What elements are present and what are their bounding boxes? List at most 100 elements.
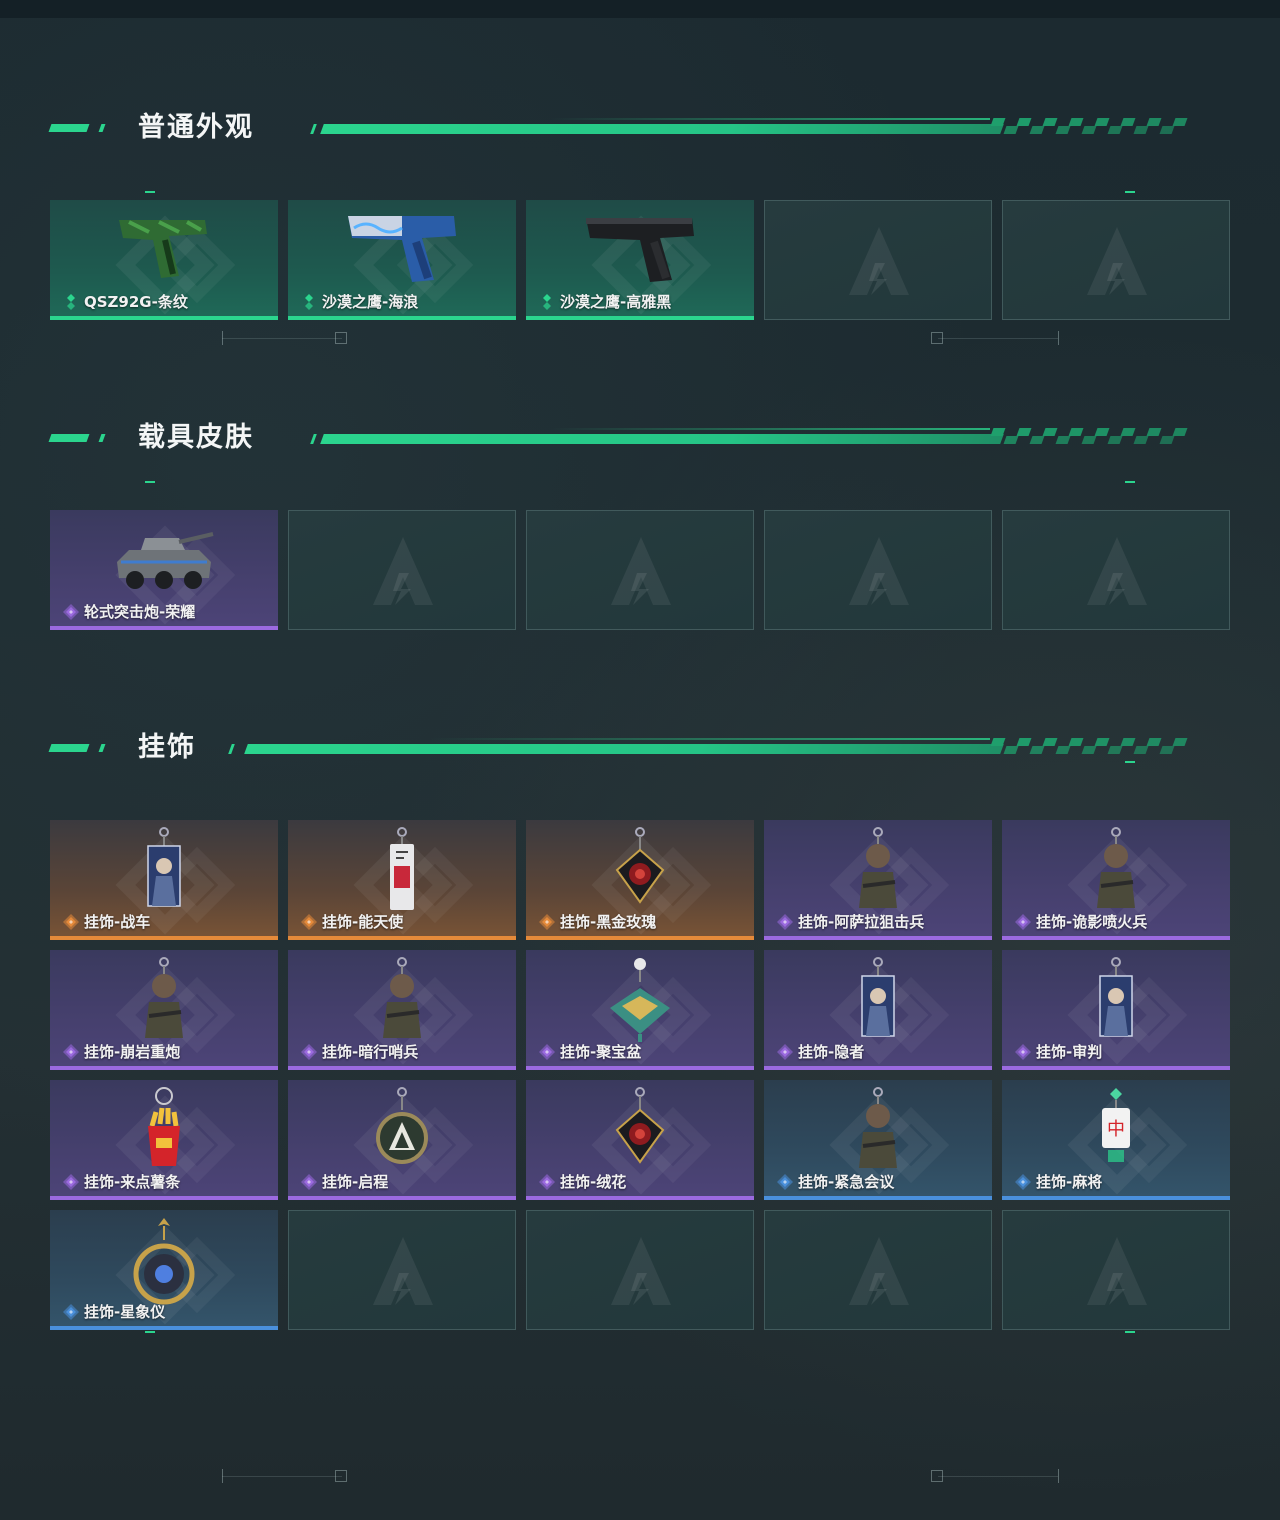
item-card[interactable]: 挂饰-崩岩重炮: [50, 950, 278, 1070]
item-label-row: 沙漠之鹰-高雅黑: [538, 291, 671, 312]
rarity-bar: [288, 1066, 516, 1070]
charm-mahjong-icon: 中: [1091, 1086, 1141, 1182]
item-label-row: 挂饰-麻将: [1014, 1171, 1102, 1192]
rarity-blue-icon: [62, 1303, 80, 1321]
charms-grid: 挂饰-战车 挂饰-能天使 挂饰-黑金玫瑰 挂饰-阿萨拉狙击兵 挂饰-诡影喷火兵挂饰-崩岩…: [50, 820, 1230, 1330]
item-label-row: 挂饰-诡影喷火兵: [1014, 911, 1147, 932]
header-accent-bar: [48, 744, 90, 752]
item-card[interactable]: 挂饰-能天使: [288, 820, 516, 940]
item-card[interactable]: 挂饰-星象仪: [50, 1210, 278, 1330]
hud-square: [931, 332, 943, 344]
rarity-blue-icon: [1014, 1173, 1032, 1191]
section-header-charms: 挂饰: [48, 728, 1210, 768]
item-card[interactable]: 挂饰-隐者: [764, 950, 992, 1070]
delta-logo-icon: [1083, 223, 1151, 299]
pistol-black-icon: [580, 206, 700, 290]
header-accent-bar: [48, 434, 90, 442]
header-accent-bar: [98, 434, 106, 442]
rarity-purple-icon: [538, 1043, 556, 1061]
item-card[interactable]: 挂饰-诡影喷火兵: [1002, 820, 1230, 940]
rarity-purple-icon: [1014, 1043, 1032, 1061]
hud-dash: [1125, 1331, 1135, 1333]
rarity-bar: [526, 1066, 754, 1070]
rarity-green-icon: [538, 293, 556, 311]
item-name: 挂饰-暗行哨兵: [322, 1043, 419, 1061]
item-card[interactable]: 挂饰-战车: [50, 820, 278, 940]
item-card[interactable]: QSZ92G-条纹: [50, 200, 278, 320]
hud-line: [938, 338, 1058, 339]
top-strip: [0, 0, 1280, 18]
rarity-bar: [764, 936, 992, 940]
rarity-purple-icon: [1014, 913, 1032, 931]
item-card[interactable]: 挂饰-黑金玫瑰: [526, 820, 754, 940]
item-card[interactable]: 挂饰-聚宝盆: [526, 950, 754, 1070]
empty-slot: [288, 1210, 516, 1330]
item-name: 挂饰-能天使: [322, 913, 404, 931]
item-card[interactable]: 挂饰-来点薯条: [50, 1080, 278, 1200]
item-name: 挂饰-星象仪: [84, 1303, 166, 1321]
rarity-bar: [526, 936, 754, 940]
item-name: 挂饰-诡影喷火兵: [1036, 913, 1148, 931]
hud-square: [931, 1470, 943, 1482]
item-card[interactable]: 挂饰-紧急会议: [764, 1080, 992, 1200]
header-checker: [990, 738, 1202, 756]
rarity-bar: [526, 1196, 754, 1200]
empty-slot: [764, 510, 992, 630]
rarity-bar: [764, 1066, 992, 1070]
header-accent-bar: [98, 124, 106, 132]
empty-slot: [1002, 510, 1230, 630]
item-label-row: 挂饰-绒花: [538, 1171, 626, 1192]
rarity-bar: [526, 316, 754, 320]
charm-card-icon: [848, 956, 908, 1052]
charm-figure-icon: [367, 956, 437, 1052]
item-card[interactable]: 轮式突击炮-荣耀: [50, 510, 278, 630]
delta-logo-icon: [607, 1233, 675, 1309]
item-card[interactable]: 中挂饰-麻将: [1002, 1080, 1230, 1200]
rarity-green-icon: [300, 293, 318, 311]
charm-rose-icon: [605, 826, 675, 922]
rarity-purple-icon: [62, 1043, 80, 1061]
rarity-bar: [288, 316, 516, 320]
hud-tick: [222, 1469, 223, 1483]
header-line: [320, 124, 1004, 134]
rarity-purple-icon: [300, 1173, 318, 1191]
item-card[interactable]: 挂饰-绒花: [526, 1080, 754, 1200]
item-card[interactable]: 沙漠之鹰-高雅黑: [526, 200, 754, 320]
item-name: 轮式突击炮-荣耀: [84, 603, 196, 621]
charm-figure-icon: [129, 956, 199, 1052]
header-slash: [310, 124, 317, 134]
item-label-row: 挂饰-审判: [1014, 1041, 1102, 1062]
item-card[interactable]: 挂饰-阿萨拉狙击兵: [764, 820, 992, 940]
rarity-purple-icon: [62, 603, 80, 621]
item-card[interactable]: 挂饰-暗行哨兵: [288, 950, 516, 1070]
pistol-wave-icon: [342, 206, 462, 290]
rarity-bar: [50, 626, 278, 630]
charm-figure-icon: [1081, 826, 1151, 922]
item-card[interactable]: 沙漠之鹰-海浪: [288, 200, 516, 320]
item-label-row: 挂饰-星象仪: [62, 1301, 165, 1322]
delta-logo-icon: [1083, 1233, 1151, 1309]
rarity-green-icon: [62, 293, 80, 311]
rarity-bar: [288, 936, 516, 940]
charm-figure-icon: [843, 826, 913, 922]
header-accent-bar: [98, 744, 106, 752]
hud-tick: [1058, 331, 1059, 345]
item-name: 挂饰-麻将: [1036, 1173, 1103, 1191]
hud-dash: [1125, 481, 1135, 483]
delta-logo-icon: [369, 1233, 437, 1309]
header-line-top: [430, 738, 990, 740]
svg-text:中: 中: [1107, 1119, 1125, 1140]
section-header-vehicles: 载具皮肤: [48, 418, 1210, 458]
rarity-purple-icon: [776, 913, 794, 931]
item-name: 挂饰-崩岩重炮: [84, 1043, 181, 1061]
hud-line: [938, 1476, 1058, 1477]
section-title: 挂饰: [138, 732, 196, 763]
item-card[interactable]: 挂饰-启程: [288, 1080, 516, 1200]
section-title: 普通外观: [138, 112, 254, 143]
charm-rose-icon: [605, 1086, 675, 1182]
section-header-skins: 普通外观: [48, 108, 1210, 148]
header-slash: [228, 744, 235, 754]
item-label-row: 挂饰-战车: [62, 911, 150, 932]
item-card[interactable]: 挂饰-审判: [1002, 950, 1230, 1070]
item-label-row: 挂饰-崩岩重炮: [62, 1041, 180, 1062]
